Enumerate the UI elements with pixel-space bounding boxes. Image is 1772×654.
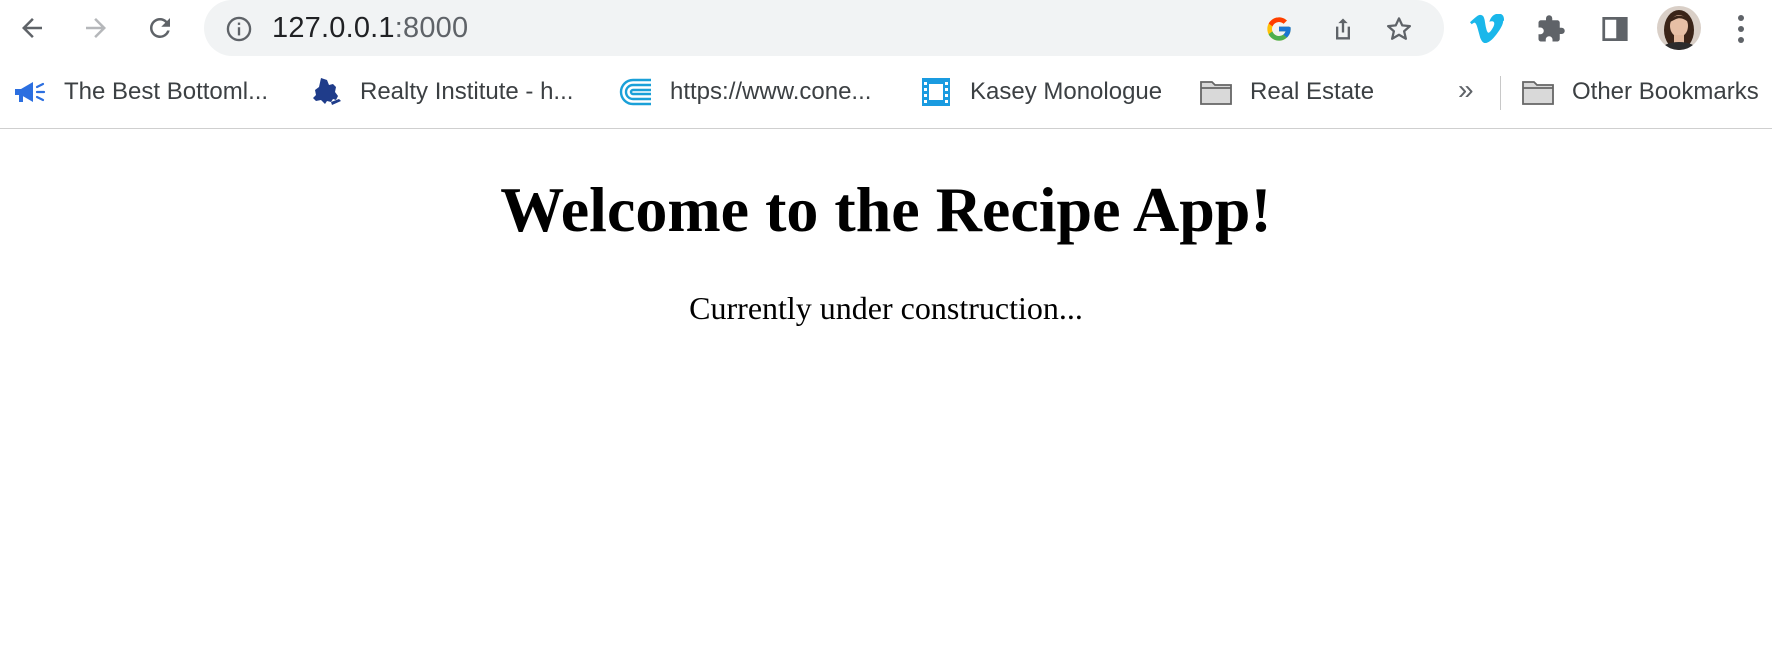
side-panel-icon [1602, 17, 1628, 41]
google-lens-icon[interactable] [1262, 12, 1296, 46]
arrow-right-icon [86, 18, 106, 38]
megaphone-icon [12, 76, 48, 108]
new-york-state-icon [308, 76, 344, 108]
bookmark-label: https://www.cone... [670, 78, 872, 105]
address-bar[interactable]: 127.0.0.1:8000 [204, 0, 1444, 56]
extensions-button[interactable] [1532, 10, 1570, 48]
browser-toolbar: 127.0.0.1:8000 [0, 0, 1772, 58]
url-port: :8000 [394, 12, 469, 44]
bookmark-label: Kasey Monologue [970, 78, 1163, 105]
bookmark-label: Real Estate [1250, 78, 1375, 105]
site-info-icon[interactable] [224, 14, 254, 44]
arrow-left-icon [22, 18, 42, 38]
bookmark-star-button[interactable] [1382, 12, 1416, 46]
bookmark-label: Realty Institute - h... [360, 78, 574, 105]
puzzle-icon [1538, 15, 1565, 42]
bookmarks-bar: The Best Bottoml... Realty Institute - h… [0, 58, 1772, 129]
share-icon [1336, 18, 1350, 40]
page-content: Welcome to the Recipe App! Currently und… [0, 130, 1772, 654]
bookmarks-separator [1500, 76, 1501, 110]
other-bookmarks-folder[interactable]: Other Bookmarks [1520, 72, 1759, 112]
reload-icon [149, 17, 170, 38]
more-vertical-icon [1738, 15, 1744, 43]
back-button[interactable] [12, 8, 52, 48]
bookmark-item[interactable]: https://www.cone... [618, 72, 871, 112]
bookmark-label: Other Bookmarks [1572, 78, 1759, 105]
profile-avatar[interactable] [1657, 6, 1701, 50]
bookmark-item[interactable]: Realty Institute - h... [308, 72, 573, 112]
star-icon [1387, 17, 1411, 40]
film-icon [918, 76, 954, 108]
bookmark-label: The Best Bottoml... [64, 78, 269, 105]
forward-button[interactable] [76, 8, 116, 48]
share-button[interactable] [1326, 12, 1360, 46]
page-subtitle: Currently under construction... [689, 290, 1083, 326]
browser-menu-button[interactable] [1724, 10, 1758, 48]
bookmarks-overflow-button[interactable]: » [1458, 76, 1474, 104]
url-host: 127.0.0.1 [272, 12, 395, 44]
folder-icon [1198, 76, 1234, 108]
cone-logo-icon [618, 76, 654, 108]
folder-icon [1520, 76, 1556, 108]
page-title: Welcome to the Recipe App! [500, 174, 1272, 245]
reload-button[interactable] [140, 8, 180, 48]
side-panel-button[interactable] [1596, 10, 1634, 48]
bookmark-folder[interactable]: Real Estate [1198, 72, 1374, 112]
bookmark-item[interactable]: Kasey Monologue [918, 72, 1162, 112]
url-text[interactable]: 127.0.0.1:8000 [272, 12, 468, 44]
vimeo-extension-icon[interactable] [1468, 10, 1506, 48]
bookmark-item[interactable]: The Best Bottoml... [12, 72, 268, 112]
